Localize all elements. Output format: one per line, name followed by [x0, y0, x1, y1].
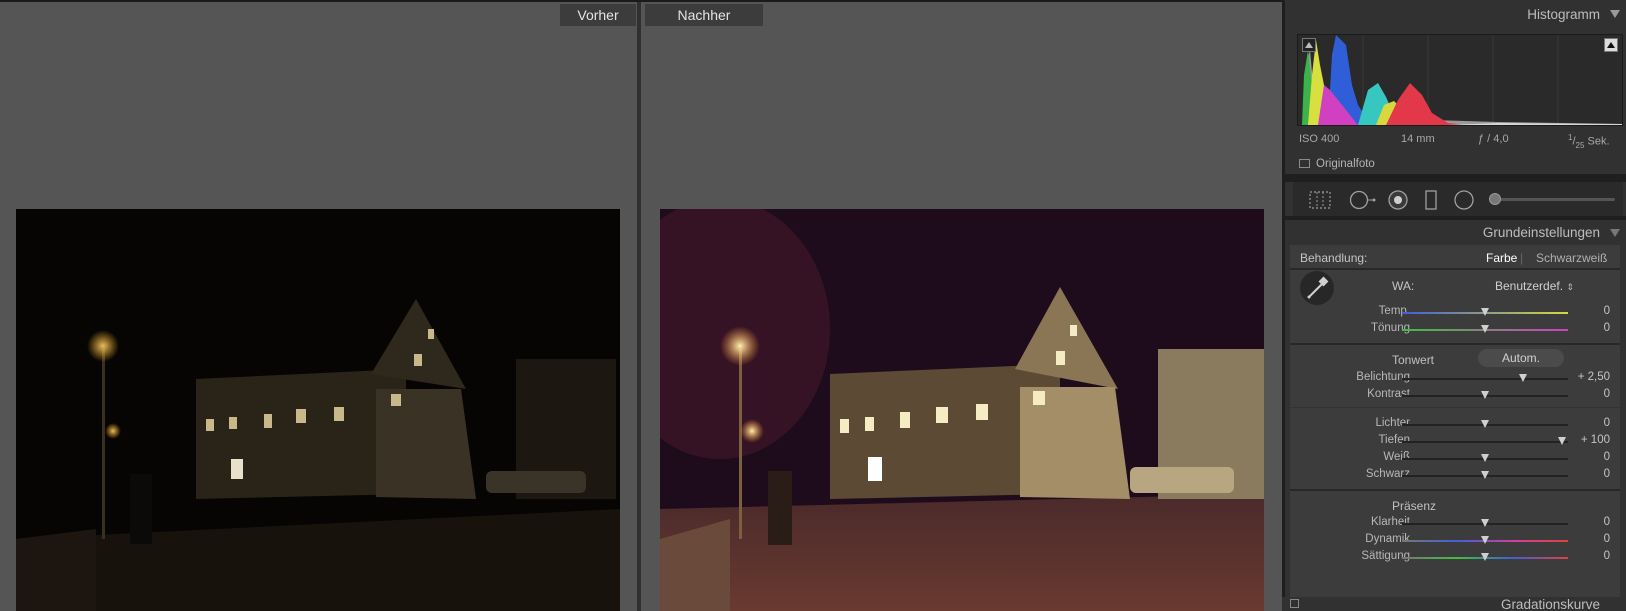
temp-slider-knob[interactable]: [1481, 308, 1489, 316]
contrast-slider-knob[interactable]: [1481, 391, 1489, 399]
blacks-slider-knob[interactable]: [1481, 471, 1489, 479]
temp-label: Temp.: [1378, 305, 1410, 317]
iso-value: ISO 400: [1299, 133, 1340, 145]
saturation-label: Sättigung: [1361, 550, 1410, 562]
tint-label: Tönung: [1370, 322, 1410, 334]
temp-value[interactable]: 0: [1604, 305, 1610, 317]
contrast-value[interactable]: 0: [1604, 388, 1610, 400]
treatment-bw-option[interactable]: Schwarzweiß: [1536, 251, 1607, 265]
after-photo[interactable]: [660, 209, 1264, 611]
shadows-slider-knob[interactable]: [1558, 437, 1566, 445]
exposure-value[interactable]: + 2,50: [1578, 371, 1610, 383]
tone-curve-title: Gradationskurve: [1500, 597, 1600, 611]
contrast-label: Kontrast: [1367, 388, 1410, 400]
exposure-label: Belichtung: [1356, 371, 1410, 383]
highlights-value[interactable]: 0: [1604, 417, 1610, 429]
shadow-clipping-icon[interactable]: [1302, 38, 1316, 52]
aperture-value: ƒ / 4,0: [1478, 133, 1509, 145]
after-pane: Nachher: [641, 2, 1282, 611]
tone-title: Tonwert: [1392, 353, 1435, 367]
spot-removal-icon[interactable]: [1349, 190, 1377, 210]
radial-filter-icon[interactable]: [1453, 190, 1475, 210]
tool-slider-knob[interactable]: [1489, 193, 1501, 205]
clarity-label: Klarheit: [1371, 516, 1410, 528]
histogram-title: Histogramm: [1527, 7, 1600, 22]
treatment-label: Behandlung:: [1300, 251, 1368, 265]
white-balance-picker[interactable]: [1300, 271, 1334, 305]
highlights-label: Lichter: [1375, 417, 1410, 429]
treatment-divider: |: [1520, 251, 1524, 265]
wb-select[interactable]: Benutzerdef. ⇕: [1495, 279, 1574, 293]
basic-panel: Behandlung: Farbe | Schwarzweiß WA: Benu…: [1290, 245, 1620, 597]
exposure-slider[interactable]: [1402, 378, 1568, 380]
original-photo-toggle[interactable]: Originalfoto: [1299, 158, 1375, 170]
shutter-value: 1/25 Sek.: [1568, 133, 1610, 150]
graduated-filter-icon[interactable]: [1424, 190, 1438, 210]
wb-value: Benutzerdef.: [1495, 279, 1564, 293]
tint-value[interactable]: 0: [1604, 322, 1610, 334]
wb-label: WA:: [1392, 279, 1415, 293]
shutter-numerator: 1: [1568, 133, 1573, 142]
focal-length-value: 14 mm: [1401, 133, 1435, 145]
section-separator: [1290, 268, 1620, 270]
panel-separator: [1285, 174, 1626, 182]
highlight-clipping-icon[interactable]: [1604, 38, 1618, 52]
shadows-slider[interactable]: [1402, 441, 1568, 443]
before-photo[interactable]: [16, 209, 620, 611]
compare-view: Vorher Nachher: [0, 0, 1282, 611]
blacks-label: Schwarz: [1365, 468, 1410, 480]
clarity-value[interactable]: 0: [1604, 516, 1610, 528]
histogram-header[interactable]: Histogramm: [1285, 0, 1626, 28]
treatment-color-option[interactable]: Farbe: [1486, 251, 1517, 265]
tint-slider-knob[interactable]: [1481, 325, 1489, 333]
red-eye-icon[interactable]: [1387, 190, 1409, 210]
basic-title: Grundeinstellungen: [1482, 225, 1600, 240]
clarity-slider-knob[interactable]: [1481, 519, 1489, 527]
histogram[interactable]: [1297, 34, 1623, 126]
collapse-triangle-icon[interactable]: [1610, 229, 1620, 237]
saturation-value[interactable]: 0: [1604, 550, 1610, 562]
saturation-slider-knob[interactable]: [1481, 553, 1489, 561]
tool-slider-track[interactable]: [1493, 198, 1615, 201]
panel-toggle-checkbox[interactable]: [1290, 599, 1299, 608]
auto-tone-button[interactable]: Autom.: [1478, 349, 1564, 367]
vibrance-label: Dynamik: [1365, 533, 1410, 545]
presence-title: Präsenz: [1392, 499, 1437, 513]
section-separator: [1290, 489, 1620, 491]
whites-value[interactable]: 0: [1604, 451, 1610, 463]
basic-header[interactable]: Grundeinstellungen: [1282, 218, 1626, 246]
before-label: Vorher: [560, 4, 636, 26]
highlights-slider-knob[interactable]: [1481, 420, 1489, 428]
section-separator: [1290, 343, 1620, 345]
original-photo-label: Originalfoto: [1316, 158, 1375, 170]
shutter-denominator: 25: [1575, 140, 1585, 150]
tone-curve-header[interactable]: Gradationskurve: [1282, 597, 1626, 611]
select-arrows-icon: ⇕: [1566, 282, 1574, 292]
shutter-unit: Sek.: [1587, 135, 1610, 148]
section-separator: [1290, 407, 1620, 408]
shadows-label: Tiefen: [1378, 434, 1410, 446]
whites-label: Weiß: [1383, 451, 1410, 463]
vibrance-slider-knob[interactable]: [1481, 536, 1489, 544]
before-pane: Vorher: [0, 2, 637, 611]
original-photo-checkbox[interactable]: [1299, 159, 1310, 168]
blacks-value[interactable]: 0: [1604, 468, 1610, 480]
vibrance-value[interactable]: 0: [1604, 533, 1610, 545]
eyedropper-icon: [1307, 276, 1329, 299]
crop-overlay-icon[interactable]: [1309, 190, 1331, 210]
whites-slider-knob[interactable]: [1481, 454, 1489, 462]
collapse-triangle-icon[interactable]: [1610, 10, 1620, 18]
after-label: Nachher: [645, 4, 763, 26]
exposure-slider-knob[interactable]: [1519, 374, 1527, 382]
tool-strip: [1293, 182, 1623, 216]
shadows-value[interactable]: + 100: [1581, 434, 1610, 446]
